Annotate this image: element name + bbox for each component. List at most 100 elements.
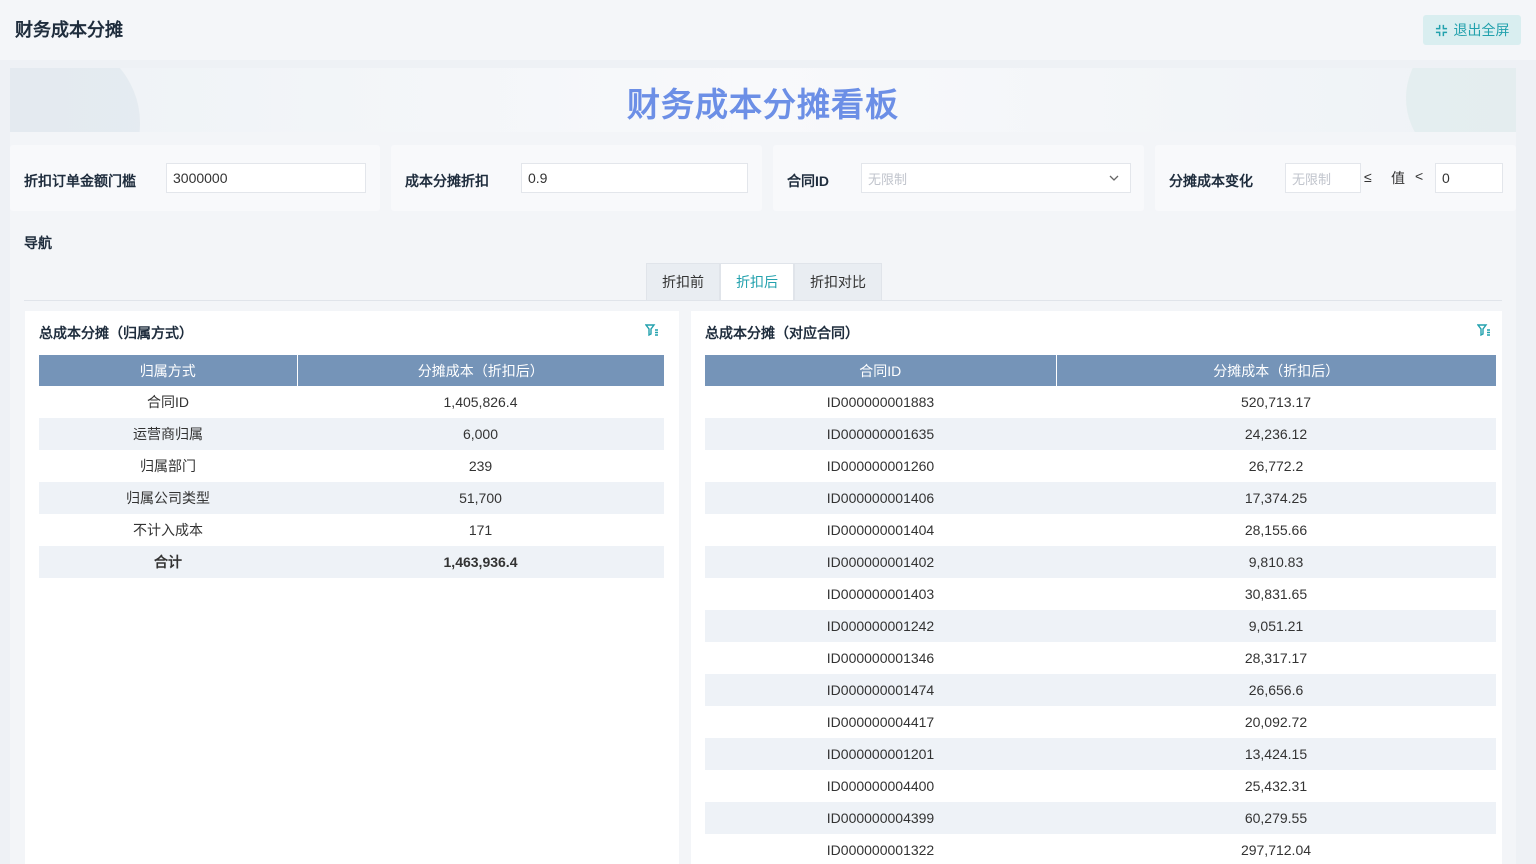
- table-cell: 28,155.66: [1244, 522, 1308, 538]
- table-row[interactable]: ID000000004417 20,092.72: [705, 706, 1496, 738]
- table-row[interactable]: ID000000001260 26,772.2: [705, 450, 1496, 482]
- table-row[interactable]: ID000000001322 297,712.04: [705, 834, 1496, 864]
- tab-divider: [24, 300, 1502, 301]
- total-label: 合计: [39, 546, 297, 578]
- column-header[interactable]: 分摊成本（折扣后）: [1056, 355, 1496, 386]
- table-cell: 归属公司类型: [39, 482, 297, 514]
- table-cell: 17,374.25: [1056, 482, 1496, 514]
- table-cell: ID000000001242: [705, 610, 1056, 642]
- tab-after-discount[interactable]: 折扣后: [720, 263, 794, 301]
- table-cell: 297,712.04: [1240, 842, 1312, 858]
- filter-icon[interactable]: [1477, 323, 1491, 337]
- contract-select[interactable]: 无限制: [861, 163, 1131, 193]
- table-cell: 30,831.65: [1244, 586, 1308, 602]
- table-cell: 1,405,826.4: [443, 394, 518, 410]
- total-value: 1,463,936.4: [297, 546, 664, 578]
- table-row[interactable]: ID000000001402 9,810.83: [705, 546, 1496, 578]
- table-cell: 26,656.6: [1056, 674, 1496, 706]
- table-cell: ID000000001406: [705, 482, 1056, 514]
- column-header[interactable]: 归属方式: [39, 355, 298, 386]
- table-cell: ID000000001474: [705, 674, 1056, 706]
- table-cell: 不计入成本: [133, 522, 203, 538]
- change-filter: 分摊成本变化 无限制 ≤ 值 < 0: [1155, 145, 1516, 211]
- table-row[interactable]: ID000000001406 17,374.25: [705, 482, 1496, 514]
- discount-label: 成本分摊折扣: [405, 173, 489, 189]
- table-cell: 520,713.17: [1240, 394, 1312, 410]
- change-min-input[interactable]: 无限制: [1285, 163, 1361, 193]
- chevron-down-icon: [1109, 175, 1119, 181]
- filter-icon[interactable]: [645, 323, 659, 337]
- table-row[interactable]: 合同ID 1,405,826.4: [39, 386, 664, 418]
- threshold-input[interactable]: 3000000: [166, 163, 366, 193]
- discount-input[interactable]: 0.9: [521, 163, 748, 193]
- change-label: 分摊成本变化: [1169, 173, 1253, 189]
- table-cell: 239: [468, 458, 493, 474]
- change-operator-1[interactable]: ≤: [1364, 169, 1372, 185]
- change-value-label: 值: [1391, 170, 1405, 186]
- table-row[interactable]: ID000000004400 25,432.31: [705, 770, 1496, 802]
- table-cell: 51,700: [297, 482, 664, 514]
- cost-by-attribution-panel: 总成本分摊（归属方式） 归属方式 分摊成本（折扣后） 合同ID 1,405,826…: [25, 311, 679, 864]
- table-row[interactable]: ID000000001404 28,155.66: [705, 514, 1496, 546]
- table-row[interactable]: 运营商归属 6,000: [39, 418, 664, 450]
- nav-label: 导航: [24, 235, 52, 251]
- left-panel-title: 总成本分摊（归属方式）: [39, 325, 193, 341]
- table-cell: 运营商归属: [39, 418, 297, 450]
- change-max-input[interactable]: 0: [1435, 163, 1503, 193]
- table-cell: 9,810.83: [1056, 546, 1496, 578]
- table-row[interactable]: ID000000001635 24,236.12: [705, 418, 1496, 450]
- table-row[interactable]: 归属公司类型 51,700: [39, 482, 664, 514]
- contract-table: 合同ID 分摊成本（折扣后） ID000000001883 520,713.17 I…: [705, 355, 1496, 864]
- exit-fullscreen-button[interactable]: 退出全屏: [1423, 15, 1521, 45]
- table-cell: ID000000004399: [705, 802, 1056, 834]
- dashboard-title: 财务成本分摊看板: [627, 86, 899, 123]
- dashboard: 财务成本分摊看板 折扣订单金额门槛 3000000 成本分摊折扣 0.9 合同I…: [10, 68, 1516, 864]
- cost-by-contract-panel: 总成本分摊（对应合同） 合同ID 分摊成本（折扣后） ID00000000188…: [691, 311, 1502, 864]
- table-cell: ID000000001346: [826, 650, 935, 666]
- table-row[interactable]: ID000000001474 26,656.6: [705, 674, 1496, 706]
- nav-panel: 导航 折扣前 折扣后 折扣对比 总成本分摊（归属方式） 归属方式 分摊成本（折扣…: [10, 221, 1516, 864]
- table-row[interactable]: ID000000001883 520,713.17: [705, 386, 1496, 418]
- total-row: 合计 1,463,936.4: [39, 546, 664, 578]
- table-cell: ID000000001404: [826, 522, 935, 538]
- table-cell: ID000000004417: [826, 714, 935, 730]
- tab-bar: 折扣前 折扣后 折扣对比: [646, 263, 882, 301]
- table-row[interactable]: ID000000001403 30,831.65: [705, 578, 1496, 610]
- exit-fullscreen-icon: [1435, 24, 1447, 36]
- table-row[interactable]: 不计入成本 171: [39, 514, 664, 546]
- column-header[interactable]: 合同ID: [705, 355, 1057, 386]
- attribution-table: 归属方式 分摊成本（折扣后） 合同ID 1,405,826.4 运营商归属 6,00…: [39, 355, 664, 578]
- discount-filter: 成本分摊折扣 0.9: [391, 145, 762, 211]
- tab-before-discount[interactable]: 折扣前: [646, 263, 720, 301]
- threshold-filter: 折扣订单金额门槛 3000000: [10, 145, 380, 211]
- contract-select-placeholder: 无限制: [868, 171, 908, 187]
- threshold-label: 折扣订单金额门槛: [24, 173, 136, 189]
- table-row[interactable]: ID000000001242 9,051.21: [705, 610, 1496, 642]
- exit-fullscreen-label: 退出全屏: [1453, 22, 1510, 38]
- table-cell: 9,051.21: [1056, 610, 1496, 642]
- table-row[interactable]: ID000000001346 28,317.17: [705, 642, 1496, 674]
- table-cell: 25,432.31: [1244, 778, 1308, 794]
- table-cell: ID000000001201: [705, 738, 1056, 770]
- table-cell: 13,424.15: [1056, 738, 1496, 770]
- right-panel-title: 总成本分摊（对应合同）: [705, 325, 859, 341]
- tab-discount-compare[interactable]: 折扣对比: [794, 263, 882, 301]
- contract-filter: 合同ID 无限制: [773, 145, 1144, 211]
- table-cell: ID000000001883: [826, 394, 935, 410]
- table-cell: 28,317.17: [1244, 650, 1308, 666]
- dashboard-banner: 财务成本分摊看板: [10, 68, 1516, 132]
- table-cell: 20,092.72: [1244, 714, 1308, 730]
- table-cell: ID000000001260: [826, 458, 935, 474]
- change-operator-2[interactable]: <: [1415, 168, 1423, 184]
- table-row[interactable]: ID000000001201 13,424.15: [705, 738, 1496, 770]
- table-row[interactable]: 归属部门 239: [39, 450, 664, 482]
- table-cell: 合同ID: [147, 394, 189, 410]
- table-cell: ID000000001322: [826, 842, 935, 858]
- top-bar: 财务成本分摊 退出全屏: [0, 0, 1536, 60]
- table-cell: 归属部门: [140, 458, 196, 474]
- table-row[interactable]: ID000000004399 60,279.55: [705, 802, 1496, 834]
- app-title: 财务成本分摊: [15, 20, 123, 40]
- column-header[interactable]: 分摊成本（折扣后）: [297, 355, 664, 386]
- table-cell: 26,772.2: [1248, 458, 1304, 474]
- table-cell: 6,000: [297, 418, 664, 450]
